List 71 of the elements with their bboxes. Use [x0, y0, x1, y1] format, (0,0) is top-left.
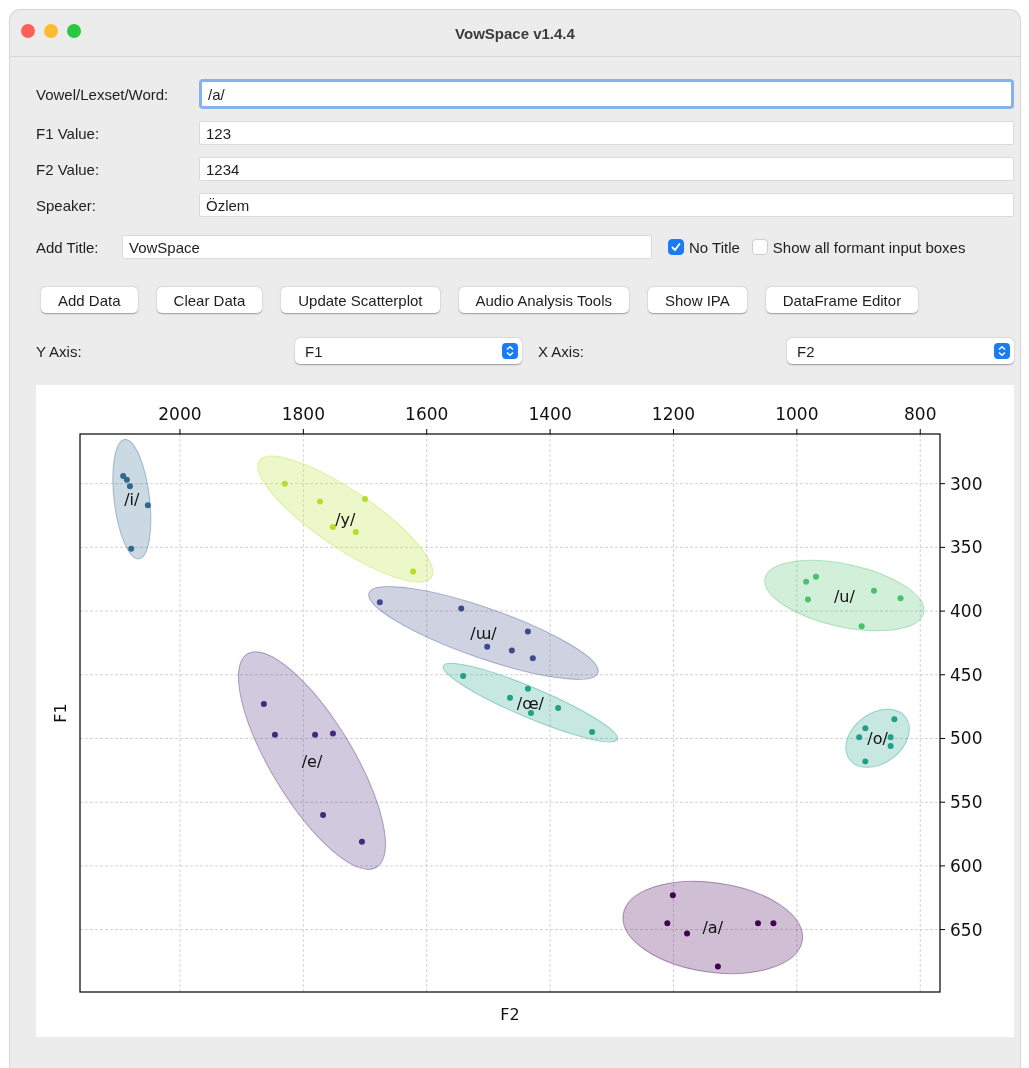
tick-label: 500	[950, 728, 983, 749]
vowel-label: /œ/	[516, 693, 544, 713]
field-label: Add Title:	[36, 238, 100, 256]
tick-label: 450	[950, 664, 983, 685]
zoom-button[interactable]	[67, 24, 81, 38]
tick-label: 300	[950, 473, 983, 494]
vowel-label: /o/	[867, 729, 888, 749]
tick-mark	[939, 546, 946, 548]
input-field[interactable]: /a/	[199, 79, 1014, 109]
tick-label: 800	[904, 404, 937, 424]
button[interactable]: Show IPA	[648, 287, 747, 313]
field-label: F2 Value:	[36, 160, 101, 178]
stepper-icon	[994, 343, 1010, 359]
checkbox-label: Show all formant input boxes	[772, 238, 966, 256]
window-title: VowSpace v1.4.4	[455, 24, 575, 42]
tick-mark	[939, 865, 946, 867]
tick-mark	[939, 738, 946, 739]
tick-label: 400	[950, 601, 983, 622]
tick-mark	[939, 801, 946, 803]
field-label: Speaker:	[36, 196, 98, 214]
tick-label: 1000	[775, 404, 819, 424]
tick-mark	[426, 428, 428, 435]
tick-label: 550	[950, 792, 983, 813]
tick-mark	[673, 428, 674, 435]
tick-mark	[919, 428, 921, 435]
vowel-label: /ɯ/	[470, 623, 497, 643]
tick-mark	[179, 428, 181, 435]
tick-mark	[939, 929, 946, 931]
tick-label: 1800	[281, 404, 325, 424]
vowel-label: /u/	[833, 586, 855, 606]
tick-mark	[302, 428, 304, 435]
tick-mark	[939, 483, 946, 485]
button[interactable]: Add Data	[41, 287, 138, 313]
tick-label: 1400	[528, 404, 572, 424]
vowel-label: /a/	[702, 918, 724, 938]
dropdown[interactable]: F1	[295, 338, 522, 364]
tick-label: 1600	[405, 404, 449, 424]
tick-label: 2000	[158, 404, 202, 424]
button[interactable]: DataFrame Editor	[765, 287, 919, 313]
check-icon	[670, 241, 682, 253]
tick-mark	[549, 428, 551, 435]
field-label: Y Axis:	[36, 342, 83, 360]
checkbox[interactable]	[668, 239, 684, 255]
dropdown[interactable]: F2	[787, 338, 1014, 364]
stepper-icon	[502, 343, 518, 359]
field-label: X Axis:	[538, 342, 585, 360]
checkbox-label: No Title	[689, 238, 740, 256]
field-label: Vowel/Lexset/Word:	[36, 85, 170, 103]
minimize-button[interactable]	[44, 24, 58, 38]
axis-title: F2	[500, 1005, 520, 1024]
confidence-ellipse	[845, 708, 910, 768]
button[interactable]: Clear Data	[156, 287, 263, 313]
button[interactable]: Audio Analysis Tools	[458, 287, 629, 313]
tick-mark	[796, 428, 798, 435]
vowel-label: /e/	[301, 751, 323, 771]
input-field[interactable]: 123	[199, 121, 1014, 145]
axis-title: F1	[51, 703, 70, 723]
tick-mark	[939, 610, 946, 612]
input-field[interactable]: Özlem	[199, 193, 1014, 217]
vowel-label: /y/	[335, 510, 356, 530]
field-label: F1 Value:	[36, 124, 101, 142]
tick-label: 650	[950, 919, 983, 940]
close-button[interactable]	[21, 24, 35, 38]
tick-label: 350	[950, 537, 983, 558]
button[interactable]: Update Scatterplot	[281, 287, 440, 313]
vowel-label: /i/	[124, 490, 140, 510]
input-field[interactable]: 1234	[199, 157, 1014, 181]
tick-mark	[939, 674, 946, 676]
tick-label: 600	[950, 855, 983, 876]
title-field[interactable]: VowSpace	[122, 235, 652, 259]
tick-label: 1200	[651, 404, 696, 424]
